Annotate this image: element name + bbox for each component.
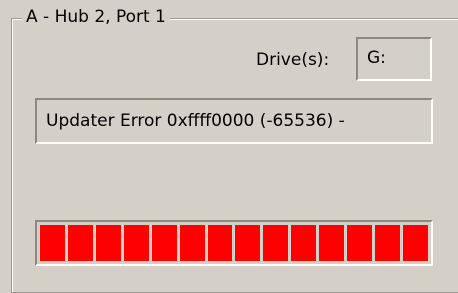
progress-segment <box>263 225 289 261</box>
group-title: A - Hub 2, Port 1 <box>22 6 170 28</box>
progress-segment <box>179 225 205 261</box>
progress-segment <box>40 225 65 261</box>
progress-segment <box>375 225 400 261</box>
progress-segment <box>347 225 373 261</box>
progress-segment <box>319 225 345 261</box>
drive-field: G: <box>356 37 432 81</box>
progress-segment <box>123 225 149 261</box>
progress-segment <box>95 225 121 261</box>
status-field: Updater Error 0xffff0000 (-65536) - <box>35 98 433 144</box>
progress-segment <box>151 225 177 261</box>
drive-label: Drive(s): <box>256 50 330 70</box>
progress-segment <box>235 225 261 261</box>
progress-segment <box>402 225 428 261</box>
progress-bar <box>35 220 433 266</box>
progress-segment <box>67 225 93 261</box>
progress-segment <box>207 225 233 261</box>
progress-segment <box>291 225 317 261</box>
